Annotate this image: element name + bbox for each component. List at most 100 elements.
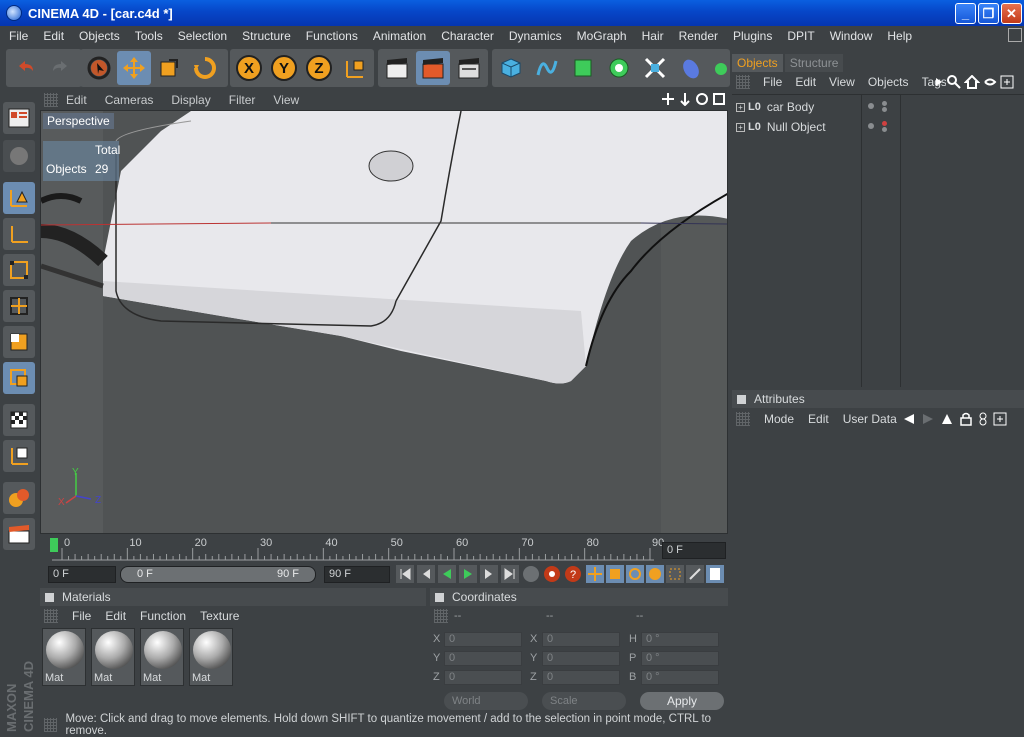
viewport-menu-edit[interactable]: Edit (66, 93, 87, 107)
arrow-right-icon[interactable] (921, 412, 935, 426)
attributes-menu-edit[interactable]: Edit (808, 412, 829, 426)
lock-icon[interactable] (959, 412, 973, 426)
key-scale-icon[interactable] (606, 565, 624, 583)
home-icon[interactable] (964, 75, 980, 89)
render-visibility-dot[interactable] (882, 107, 887, 112)
list-item[interactable]: + L0 car Body (732, 97, 862, 117)
menu-mograph[interactable]: MoGraph (577, 29, 627, 43)
menu-selection[interactable]: Selection (178, 29, 227, 43)
render-region-icon[interactable] (416, 51, 450, 85)
menu-character[interactable]: Character (441, 29, 494, 43)
search-icon[interactable] (947, 75, 961, 89)
record-position-icon[interactable] (522, 565, 540, 583)
materials-menu-function[interactable]: Function (140, 609, 186, 623)
zoom-icon[interactable] (678, 92, 692, 106)
menu-plugins[interactable]: Plugins (733, 29, 772, 43)
nurbs-icon[interactable] (566, 51, 600, 85)
key-position-icon[interactable] (586, 565, 604, 583)
edges-mode-icon[interactable] (3, 290, 35, 322)
next-key-icon[interactable] (480, 565, 498, 583)
render-settings-icon[interactable] (3, 518, 35, 550)
size-x-field[interactable]: 0 (542, 632, 620, 647)
maximize-button[interactable]: ❐ (978, 3, 999, 24)
pos-z-field[interactable]: 0 (444, 670, 522, 685)
cube-primitive-icon[interactable] (494, 51, 528, 85)
play-backward-icon[interactable] (438, 565, 456, 583)
arrow-left-icon[interactable] (902, 412, 916, 426)
scale-tool-icon[interactable] (152, 51, 186, 85)
material-swatch[interactable]: Mat (91, 628, 135, 686)
environment-icon[interactable] (674, 51, 708, 85)
layout-switch-icon[interactable] (1008, 28, 1022, 42)
editor-visibility-dot[interactable] (868, 103, 874, 109)
render-picture-viewer-icon[interactable] (452, 51, 486, 85)
undo-icon[interactable] (8, 51, 42, 85)
deformer-icon[interactable] (638, 51, 672, 85)
coordinate-system-icon[interactable] (338, 51, 372, 85)
scheme-icon[interactable] (706, 565, 724, 583)
layout-icon[interactable] (3, 102, 35, 134)
go-to-end-icon[interactable] (501, 565, 519, 583)
camera-label[interactable]: Perspective (43, 113, 114, 129)
rot-b-field[interactable]: 0 ° (641, 670, 719, 685)
tab-structure[interactable]: Structure (784, 54, 844, 72)
attributes-menu-user-data[interactable]: User Data (843, 412, 897, 426)
menu-render[interactable]: Render (679, 29, 718, 43)
panel-grip-icon[interactable] (44, 609, 58, 623)
materials-menu-texture[interactable]: Texture (200, 609, 239, 623)
menu-objects[interactable]: Objects (79, 29, 120, 43)
record-key-icon[interactable] (543, 565, 561, 583)
pos-y-field[interactable]: 0 (444, 651, 522, 666)
points-mode-icon[interactable] (3, 254, 35, 286)
expand-icon[interactable]: + (736, 102, 745, 112)
coordinate-space-dropdown[interactable]: World (444, 692, 528, 710)
render-visibility-dot[interactable] (882, 121, 887, 126)
panel-grip-icon[interactable] (44, 718, 58, 732)
orbit-icon[interactable] (695, 92, 709, 106)
materials-menu-edit[interactable]: Edit (105, 609, 126, 623)
render-visibility-dot[interactable] (882, 127, 887, 132)
chevron-right-icon[interactable] (934, 75, 944, 89)
menu-edit[interactable]: Edit (43, 29, 64, 43)
pan-icon[interactable] (661, 92, 675, 106)
panel-toggle-icon[interactable] (737, 394, 746, 404)
panel-toggle-icon[interactable] (435, 592, 444, 602)
live-selection-icon[interactable] (82, 51, 116, 85)
panel-grip-icon[interactable] (44, 93, 58, 107)
menu-dynamics[interactable]: Dynamics (509, 29, 562, 43)
objects-menu-objects[interactable]: Objects (868, 75, 909, 89)
redo-icon[interactable] (44, 51, 78, 85)
object-mode-icon[interactable] (3, 182, 35, 214)
menu-window[interactable]: Window (830, 29, 873, 43)
rot-h-field[interactable]: 0 ° (641, 632, 719, 647)
materials-menu-file[interactable]: File (72, 609, 91, 623)
link-icon[interactable] (978, 412, 988, 426)
menu-help[interactable]: Help (887, 29, 912, 43)
rot-p-field[interactable]: 0 ° (641, 651, 719, 666)
key-parameter-icon[interactable] (646, 565, 664, 583)
model-mode-icon[interactable] (3, 140, 35, 172)
size-mode-dropdown[interactable]: Scale (542, 692, 626, 710)
list-item[interactable]: + L0 Null Object (732, 117, 862, 137)
menu-hair[interactable]: Hair (642, 29, 664, 43)
key-rotation-icon[interactable] (626, 565, 644, 583)
viewport-menu-display[interactable]: Display (171, 93, 210, 107)
panel-toggle-icon[interactable] (45, 592, 54, 602)
spline-icon[interactable] (530, 51, 564, 85)
key-point-level-icon[interactable] (666, 565, 684, 583)
size-z-field[interactable]: 0 (542, 670, 620, 685)
panel-grip-icon[interactable] (736, 75, 750, 89)
new-panel-icon[interactable] (993, 412, 1007, 426)
objects-menu-view[interactable]: View (829, 75, 855, 89)
menu-functions[interactable]: Functions (306, 29, 358, 43)
y-axis-lock-button[interactable]: Y (267, 51, 301, 85)
size-y-field[interactable]: 0 (542, 651, 620, 666)
camera-icon[interactable] (710, 51, 730, 85)
key-pla-icon[interactable] (686, 565, 704, 583)
current-frame-field[interactable]: 0 F (662, 542, 726, 559)
objects-menu-file[interactable]: File (763, 75, 782, 89)
z-axis-lock-button[interactable]: Z (302, 51, 336, 85)
polygons-mode-icon[interactable] (3, 326, 35, 358)
menu-dpit[interactable]: DPIT (787, 29, 814, 43)
objects-menu-edit[interactable]: Edit (795, 75, 816, 89)
